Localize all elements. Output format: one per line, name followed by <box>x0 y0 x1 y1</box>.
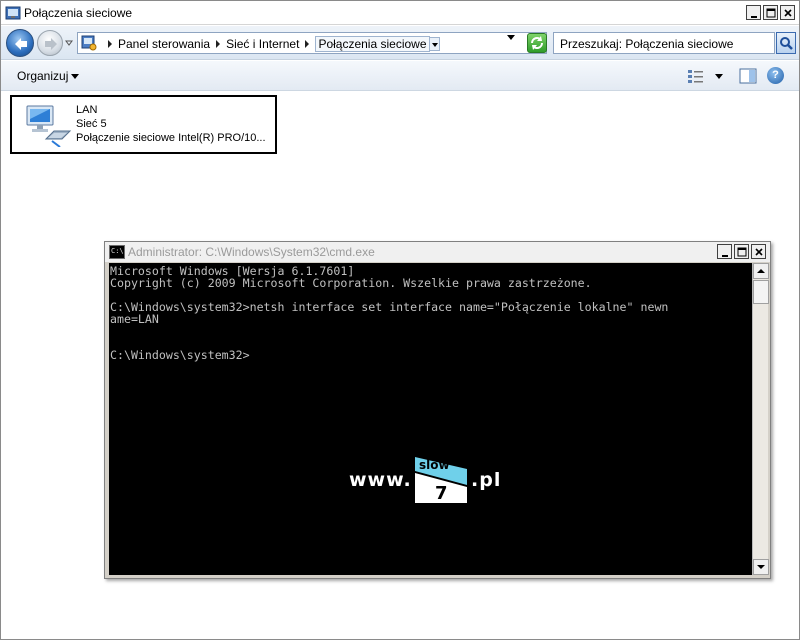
connection-name: LAN <box>76 104 98 116</box>
search-placeholder: Przeszukaj: Połączenia sieciowe <box>560 37 734 51</box>
address-bar[interactable]: Panel sterowania Sieć i Internet Połącze… <box>77 32 547 54</box>
address-history-dropdown-icon[interactable] <box>507 35 515 40</box>
cmd-close-button[interactable] <box>751 244 766 259</box>
network-connection-item[interactable]: LAN Sieć 5 Połączenie sieciowe Intel(R) … <box>10 95 277 154</box>
breadcrumb-network-connections[interactable]: Połączenia sieciowe <box>315 36 430 52</box>
vertical-scrollbar[interactable] <box>752 263 769 575</box>
maximize-icon <box>737 247 747 257</box>
watermark-prefix: www. <box>349 469 412 491</box>
slow7-logo-icon: slow 7 <box>415 457 467 503</box>
change-view-icon[interactable] <box>687 68 705 84</box>
back-button[interactable] <box>6 29 34 57</box>
maximize-icon <box>766 8 776 18</box>
arrow-right-icon <box>45 38 57 50</box>
search-button[interactable] <box>776 32 796 54</box>
command-bar: Organizuj ? <box>1 61 799 91</box>
watermark: www. slow 7 .pl <box>349 457 519 505</box>
minimize-icon <box>722 255 728 257</box>
breadcrumb-separator-icon[interactable] <box>305 40 310 48</box>
arrow-left-icon <box>15 38 27 50</box>
network-folder-icon <box>5 6 21 20</box>
logo-top-text: slow <box>419 458 450 472</box>
explorer-titlebar[interactable]: Połączenia sieciowe <box>1 1 799 25</box>
close-icon <box>784 9 792 17</box>
breadcrumb-separator-icon[interactable] <box>216 40 221 48</box>
console-line: C:\Windows\system32>netsh interface set … <box>110 300 669 314</box>
scroll-up-button[interactable] <box>753 263 769 279</box>
console-prompt: C:\Windows\system32> <box>110 348 250 362</box>
preview-pane-icon[interactable] <box>739 68 757 84</box>
recent-pages-dropdown[interactable] <box>65 39 73 47</box>
arrow-down-icon <box>757 565 765 569</box>
console-icon: C:\ <box>109 245 125 259</box>
close-icon <box>755 248 763 256</box>
cmd-minimize-button[interactable] <box>717 244 732 259</box>
console-icon-label: C:\ <box>111 247 124 255</box>
cmd-window: C:\ Administrator: C:\Windows\System32\c… <box>104 241 771 579</box>
forward-button[interactable] <box>37 30 63 56</box>
view-options-dropdown-icon[interactable] <box>715 74 723 79</box>
window-title: Połączenia sieciowe <box>24 6 133 20</box>
console-output[interactable]: Microsoft Windows [Wersja 6.1.7601] Copy… <box>109 263 752 575</box>
connection-network: Sieć 5 <box>76 118 107 130</box>
search-icon <box>780 37 793 50</box>
maximize-button[interactable] <box>763 5 778 20</box>
minimize-icon <box>751 16 757 18</box>
breadcrumb-separator-icon[interactable] <box>108 40 112 48</box>
console-line: ame=LAN <box>110 312 159 326</box>
chevron-down-icon[interactable] <box>71 74 79 79</box>
cmd-titlebar[interactable]: C:\ Administrator: C:\Windows\System32\c… <box>105 242 770 262</box>
cmd-maximize-button[interactable] <box>734 244 749 259</box>
arrow-up-icon <box>757 269 765 273</box>
network-adapter-icon <box>26 105 72 147</box>
scroll-down-button[interactable] <box>753 559 769 575</box>
breadcrumb-dropdown-icon[interactable] <box>429 37 440 51</box>
console-line: Copyright (c) 2009 Microsoft Corporation… <box>110 276 592 290</box>
cmd-title: Administrator: C:\Windows\System32\cmd.e… <box>128 245 375 259</box>
search-input[interactable]: Przeszukaj: Połączenia sieciowe <box>553 32 775 54</box>
refresh-icon <box>531 36 543 50</box>
refresh-button[interactable] <box>527 33 547 53</box>
organize-menu[interactable]: Organizuj <box>17 69 68 83</box>
control-panel-icon <box>81 35 97 51</box>
minimize-button[interactable] <box>746 5 761 20</box>
scrollbar-thumb[interactable] <box>753 280 769 304</box>
connection-adapter: Połączenie sieciowe Intel(R) PRO/10... <box>76 132 266 144</box>
logo-bottom-text: 7 <box>435 483 448 503</box>
watermark-suffix: .pl <box>471 469 502 491</box>
close-button[interactable] <box>780 5 795 20</box>
breadcrumb-control-panel[interactable]: Panel sterowania <box>118 37 210 51</box>
navigation-bar: Panel sterowania Sieć i Internet Połącze… <box>1 26 799 60</box>
help-icon[interactable]: ? <box>767 67 784 84</box>
breadcrumb-network-internet[interactable]: Sieć i Internet <box>226 37 299 51</box>
